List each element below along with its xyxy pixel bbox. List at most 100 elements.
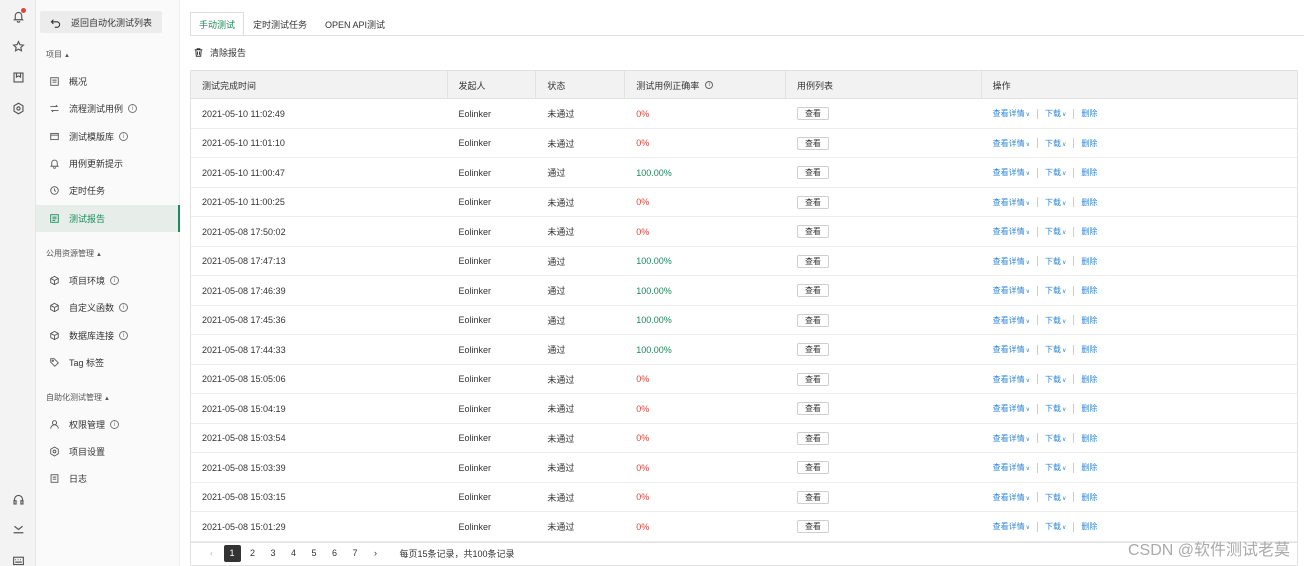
page-1-button[interactable]: 1: [223, 544, 241, 562]
download-link[interactable]: 下载∨: [1045, 138, 1066, 149]
info-icon[interactable]: i: [110, 276, 120, 285]
delete-link[interactable]: 删除: [1081, 374, 1097, 385]
delete-link[interactable]: 删除: [1081, 108, 1097, 119]
view-detail-link[interactable]: 查看详情∨: [993, 285, 1030, 296]
view-cases-button[interactable]: 查看: [796, 372, 829, 386]
info-icon[interactable]: i: [110, 420, 120, 429]
delete-link[interactable]: 删除: [1081, 403, 1097, 414]
page-2-button[interactable]: 2: [244, 545, 261, 562]
group-automation-management[interactable]: 自助化测试管理 ▲: [46, 392, 110, 403]
sidebar-item-flow-cases[interactable]: 流程测试用例 i: [36, 95, 180, 122]
download-link[interactable]: 下载∨: [1045, 344, 1066, 355]
bookmark-box-icon[interactable]: [10, 69, 26, 85]
view-cases-button[interactable]: 查看: [796, 343, 829, 356]
sidebar-item-overview[interactable]: 概况: [36, 68, 180, 95]
download-link[interactable]: 下载∨: [1045, 167, 1066, 178]
prev-page-button[interactable]: ‹: [203, 545, 220, 562]
delete-link[interactable]: 删除: [1081, 433, 1097, 444]
sidebar-item-project-env[interactable]: 项目环境 i: [36, 267, 180, 294]
view-cases-button[interactable]: 查看: [796, 107, 829, 120]
view-detail-link[interactable]: 查看详情∨: [993, 315, 1030, 326]
download-link[interactable]: 下载∨: [1045, 403, 1066, 414]
notification-bell-icon[interactable]: [10, 8, 26, 24]
view-cases-button[interactable]: 查看: [796, 313, 829, 327]
delete-link[interactable]: 删除: [1081, 521, 1097, 532]
delete-link[interactable]: 删除: [1081, 492, 1097, 503]
view-cases-button[interactable]: 查看: [796, 431, 829, 445]
keyboard-icon[interactable]: [10, 552, 26, 566]
sidebar-item-permissions[interactable]: 权限管理 i: [36, 411, 180, 438]
download-link[interactable]: 下载∨: [1045, 462, 1066, 473]
back-to-list-button[interactable]: 返回自动化测试列表: [40, 11, 162, 33]
view-cases-button[interactable]: 查看: [796, 136, 829, 150]
info-icon[interactable]: i: [119, 132, 129, 141]
view-cases-button[interactable]: 查看: [796, 520, 829, 533]
view-detail-link[interactable]: 查看详情∨: [993, 521, 1030, 532]
group-project[interactable]: 项目 ▲: [46, 49, 70, 60]
view-detail-link[interactable]: 查看详情∨: [993, 433, 1030, 444]
download-link[interactable]: 下载∨: [1045, 285, 1066, 296]
view-detail-link[interactable]: 查看详情∨: [993, 226, 1030, 237]
download-link[interactable]: 下载∨: [1045, 226, 1066, 237]
sidebar-item-logs[interactable]: 日志: [36, 465, 180, 492]
view-cases-button[interactable]: 查看: [796, 254, 829, 268]
delete-link[interactable]: 删除: [1081, 256, 1097, 267]
download-tray-icon[interactable]: [10, 521, 26, 537]
view-cases-button[interactable]: 查看: [796, 490, 829, 504]
delete-link[interactable]: 删除: [1081, 197, 1097, 208]
page-3-button[interactable]: 3: [265, 545, 282, 562]
page-7-button[interactable]: 7: [347, 545, 364, 562]
view-cases-button[interactable]: 查看: [796, 195, 829, 209]
view-detail-link[interactable]: 查看详情∨: [993, 344, 1030, 355]
view-cases-button[interactable]: 查看: [796, 225, 829, 238]
sidebar-item-tags[interactable]: Tag 标签: [36, 349, 180, 376]
sidebar-item-db-connection[interactable]: 数据库连接 i: [36, 322, 180, 349]
sidebar-item-update-notice[interactable]: 用例更新提示: [36, 150, 180, 177]
headset-icon[interactable]: [10, 491, 26, 507]
delete-link[interactable]: 删除: [1081, 315, 1097, 326]
hexagon-settings-icon[interactable]: [10, 100, 26, 116]
delete-link[interactable]: 删除: [1081, 462, 1097, 473]
view-cases-button[interactable]: 查看: [796, 402, 829, 415]
download-link[interactable]: 下载∨: [1045, 315, 1066, 326]
info-icon[interactable]: i: [119, 303, 129, 312]
view-detail-link[interactable]: 查看详情∨: [993, 108, 1030, 119]
download-link[interactable]: 下载∨: [1045, 256, 1066, 267]
view-detail-link[interactable]: 查看详情∨: [993, 492, 1030, 503]
download-link[interactable]: 下载∨: [1045, 433, 1066, 444]
view-detail-link[interactable]: 查看详情∨: [993, 256, 1030, 267]
info-icon[interactable]: i: [119, 331, 129, 340]
download-link[interactable]: 下载∨: [1045, 197, 1066, 208]
view-cases-button[interactable]: 查看: [796, 166, 829, 179]
info-icon[interactable]: i: [705, 81, 714, 89]
sidebar-item-project-settings[interactable]: 项目设置: [36, 438, 180, 465]
view-detail-link[interactable]: 查看详情∨: [993, 403, 1030, 414]
view-detail-link[interactable]: 查看详情∨: [993, 167, 1030, 178]
clear-report-button[interactable]: 清除报告: [193, 46, 246, 59]
page-4-button[interactable]: 4: [285, 545, 302, 562]
delete-link[interactable]: 删除: [1081, 285, 1097, 296]
sidebar-item-template-library[interactable]: 测试模版库 i: [36, 123, 180, 150]
tab-manual-test[interactable]: 手动测试: [190, 12, 245, 36]
next-page-button[interactable]: ›: [367, 545, 384, 562]
download-link[interactable]: 下载∨: [1045, 374, 1066, 385]
tab-open-api-test[interactable]: OPEN API测试: [316, 12, 394, 36]
delete-link[interactable]: 删除: [1081, 344, 1097, 355]
download-link[interactable]: 下载∨: [1045, 108, 1066, 119]
view-detail-link[interactable]: 查看详情∨: [993, 138, 1030, 149]
delete-link[interactable]: 删除: [1081, 226, 1097, 237]
page-6-button[interactable]: 6: [326, 545, 343, 562]
info-icon[interactable]: i: [128, 104, 138, 113]
sidebar-item-scheduled-tasks[interactable]: 定时任务: [36, 177, 180, 204]
download-link[interactable]: 下载∨: [1045, 521, 1066, 532]
group-shared-resources[interactable]: 公用资源管理 ▲: [46, 248, 102, 259]
page-5-button[interactable]: 5: [306, 545, 323, 562]
delete-link[interactable]: 删除: [1081, 138, 1097, 149]
view-cases-button[interactable]: 查看: [796, 461, 829, 474]
view-detail-link[interactable]: 查看详情∨: [993, 374, 1030, 385]
sidebar-item-test-report[interactable]: 测试报告: [36, 205, 180, 232]
download-link[interactable]: 下载∨: [1045, 492, 1066, 503]
tab-scheduled-test[interactable]: 定时测试任务: [244, 12, 316, 36]
view-detail-link[interactable]: 查看详情∨: [993, 462, 1030, 473]
star-icon[interactable]: [10, 38, 26, 54]
